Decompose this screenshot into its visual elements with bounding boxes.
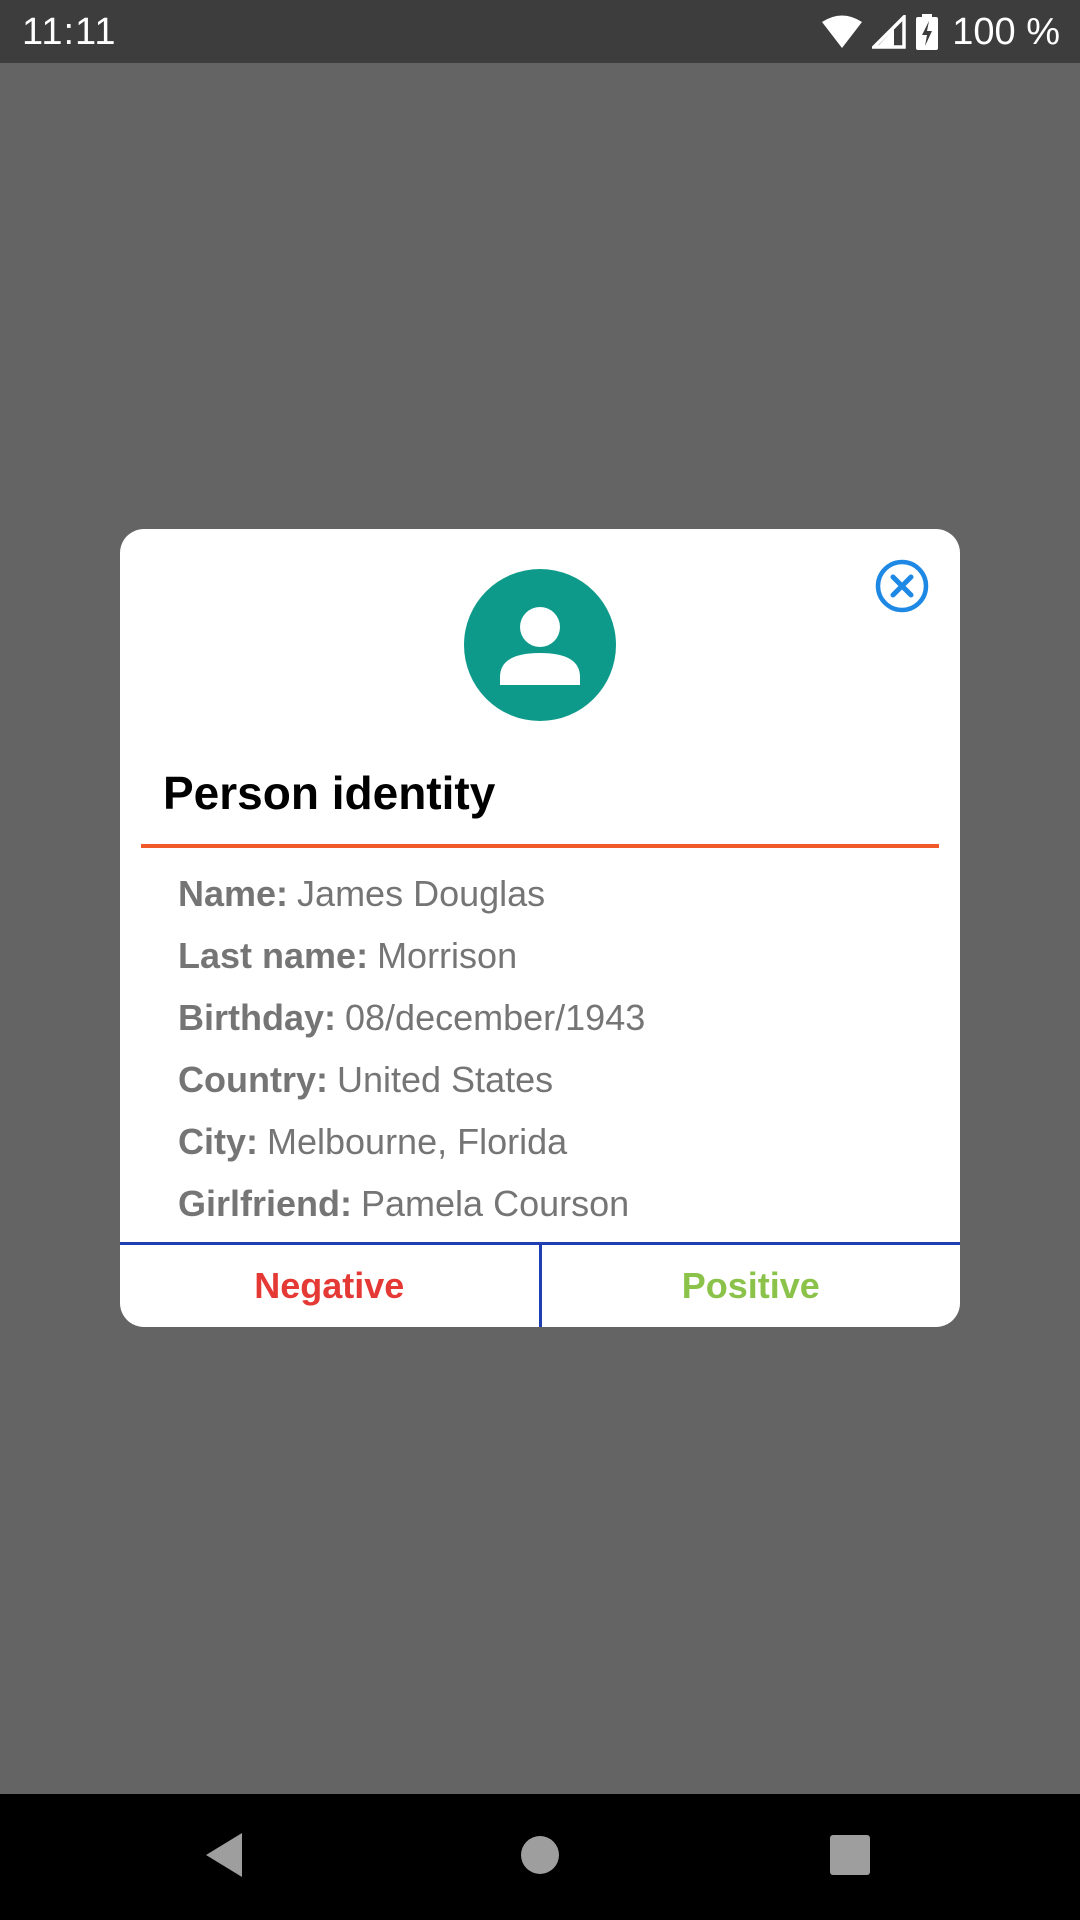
back-button[interactable] [191,1824,257,1890]
info-key: Birthday: [178,997,337,1038]
negative-button[interactable]: Negative [120,1245,539,1327]
recents-icon [830,1834,870,1880]
wifi-icon [822,15,863,49]
info-row-city: City: Melbourne, Florida [178,1111,938,1173]
info-row-last-name: Last name: Morrison [178,925,938,987]
info-value: Melbourne, Florida [267,1121,568,1162]
status-icons: 100 % [822,10,1060,54]
info-value: United States [336,1059,554,1100]
home-icon [520,1835,560,1880]
navigation-bar [0,1794,1080,1920]
info-value: James Douglas [297,873,546,914]
info-list: Name: James Douglas Last name: Morrison … [178,863,938,1235]
info-key: Name: [178,873,289,914]
info-key: Girlfriend: [178,1183,353,1224]
dialog-actions: Negative Positive [120,1242,960,1327]
back-icon [202,1831,246,1884]
info-key: Country: [178,1059,328,1100]
person-identity-dialog: Person identity Name: James Douglas Last… [120,529,960,1327]
home-button[interactable] [507,1824,573,1890]
info-value: Morrison [377,935,518,976]
battery-charging-icon [916,14,939,50]
info-value: Pamela Courson [361,1183,630,1224]
battery-percentage: 100 % [952,11,1060,53]
positive-button[interactable]: Positive [542,1245,961,1327]
info-value: 08/december/1943 [345,997,646,1038]
info-key: Last name: [178,935,369,976]
person-icon [464,569,616,721]
close-circle-icon [875,559,929,618]
info-row-name: Name: James Douglas [178,863,938,925]
recents-button[interactable] [817,1824,883,1890]
dialog-title: Person identity [163,767,496,819]
info-row-birthday: Birthday: 08/december/1943 [178,987,938,1049]
status-bar: 11:11 100 % [0,0,1080,63]
info-row-girlfriend: Girlfriend: Pamela Courson [178,1173,938,1235]
status-time: 11:11 [22,11,117,53]
title-divider [141,844,939,848]
info-row-country: Country: United States [178,1049,938,1111]
signal-icon [872,15,906,49]
info-key: City: [178,1121,258,1162]
close-button[interactable] [875,559,929,618]
screen: 11:11 100 % Person identity Name: James … [0,0,1080,1920]
